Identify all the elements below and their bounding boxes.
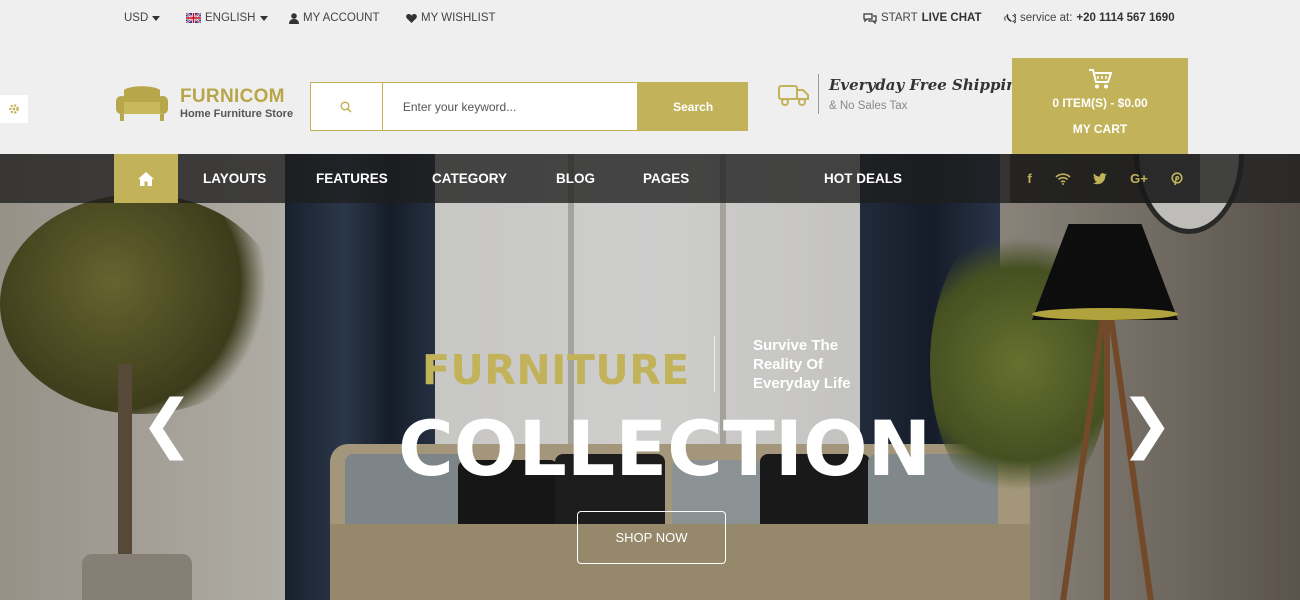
my-account-link[interactable]: MY ACCOUNT [289, 12, 379, 24]
caret-down-icon [152, 15, 161, 21]
hero-tagline: Survive The Reality Of Everyday Life [753, 337, 851, 392]
nav-item-category[interactable]: CATEGORY [432, 171, 507, 186]
shipping-title: Everyday Free Shipping [829, 76, 1028, 94]
cart-summary: 0 ITEM(S) - $0.00 [1052, 96, 1148, 110]
settings-gear-button[interactable] [0, 95, 28, 123]
social-links: f G+ [1010, 154, 1200, 203]
shipping-divider [818, 74, 819, 114]
nav-home-button[interactable] [114, 154, 178, 203]
nav-item-blog[interactable]: BLOG [556, 171, 595, 186]
hero-kicker: FURNITURE [422, 346, 690, 394]
facebook-icon[interactable]: f [1027, 171, 1031, 186]
nav-item-pages[interactable]: PAGES [643, 171, 689, 186]
slider-next-arrow[interactable]: ❯ [1120, 392, 1174, 456]
logo-name: FURNICOM [180, 87, 293, 106]
phone-icon [1004, 13, 1016, 23]
shipping-subtitle: & No Sales Tax [829, 100, 908, 112]
my-wishlist-label: MY WISHLIST [421, 12, 496, 24]
twitter-icon[interactable] [1093, 172, 1108, 185]
nav-item-hot-deals[interactable]: HOT DEALS [824, 171, 902, 186]
gear-icon [9, 104, 19, 114]
mini-cart[interactable]: 0 ITEM(S) - $0.00 MY CART [1012, 58, 1188, 154]
search-input[interactable] [382, 82, 639, 131]
uk-flag-icon [186, 13, 201, 23]
home-icon [138, 171, 154, 186]
service-phone: service at: +20 1114 567 1690 [1004, 12, 1175, 24]
nav-item-layouts[interactable]: LAYOUTS [203, 171, 266, 186]
search-button[interactable]: Search [638, 82, 748, 131]
chat-bold: LIVE CHAT [921, 12, 982, 24]
service-prefix: service at: [1020, 12, 1073, 24]
currency-label: USD [124, 12, 149, 24]
main-nav: LAYOUTS FEATURES CATEGORY BLOG PAGES HOT… [0, 154, 1300, 203]
heart-icon [406, 14, 417, 23]
caret-down-icon [259, 15, 268, 21]
my-wishlist-link[interactable]: MY WISHLIST [406, 12, 496, 24]
chat-prefix: START [881, 12, 918, 24]
user-icon [289, 12, 299, 24]
hero-headline: COLLECTION [398, 404, 932, 493]
search-bar: Search [310, 82, 748, 131]
sofa-logo-icon [116, 86, 168, 121]
live-chat-link[interactable]: START LIVE CHAT [863, 12, 981, 24]
hero-divider [714, 336, 715, 392]
shipping-info: Everyday Free Shipping & No Sales Tax [778, 74, 1028, 114]
cart-icon [1089, 69, 1112, 89]
wifi-icon[interactable] [1054, 172, 1071, 185]
currency-selector[interactable]: USD [124, 12, 161, 24]
slider-prev-arrow[interactable]: ❮ [140, 392, 194, 456]
cart-label: MY CART [1072, 122, 1128, 136]
site-logo[interactable]: FURNICOM Home Furniture Store [114, 84, 293, 122]
pinterest-icon[interactable] [1170, 171, 1183, 186]
shop-now-button[interactable]: SHOP NOW [577, 511, 726, 564]
search-icon-box[interactable] [310, 82, 383, 131]
logo-name-a: FURNI [180, 85, 240, 107]
google-plus-icon[interactable]: G+ [1130, 171, 1148, 186]
truck-icon [778, 85, 809, 106]
top-bar: USD ENGLISH MY ACCOUNT MY WISHLIST START… [0, 0, 1300, 38]
language-selector[interactable]: ENGLISH [186, 12, 268, 24]
nav-item-features[interactable]: FEATURES [316, 171, 388, 186]
chat-icon [863, 12, 877, 24]
language-label: ENGLISH [205, 12, 256, 24]
service-phone-number[interactable]: +20 1114 567 1690 [1076, 12, 1174, 24]
logo-tagline: Home Furniture Store [180, 107, 294, 120]
logo-name-b: COM [239, 85, 285, 107]
my-account-label: MY ACCOUNT [303, 12, 380, 24]
search-icon [340, 100, 352, 113]
